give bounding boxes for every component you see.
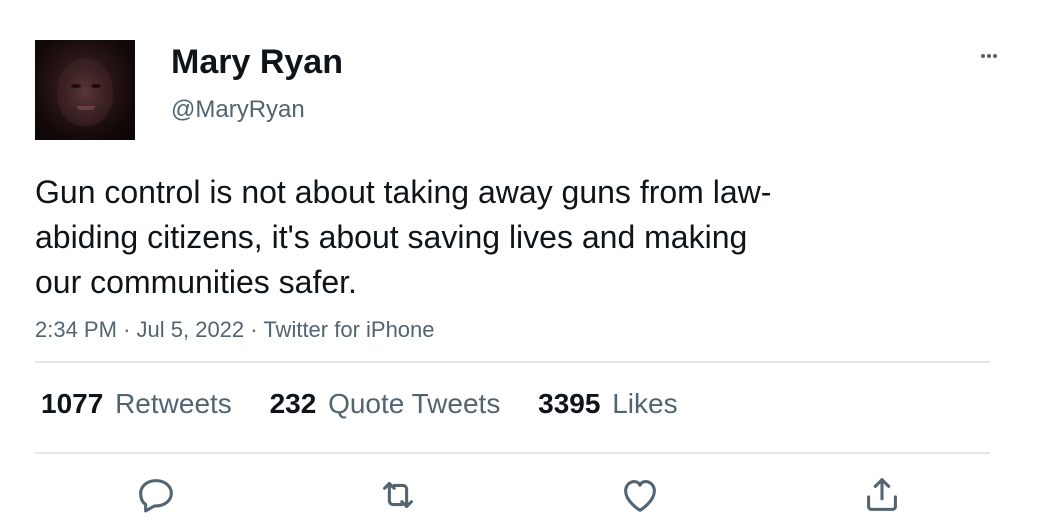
retweets-count: 1077 (41, 388, 104, 419)
stat-quote-tweets[interactable]: 232 Quote Tweets (270, 387, 501, 421)
reply-icon[interactable] (133, 472, 179, 518)
reply-icon-svg (139, 479, 173, 513)
retweet-icon-svg (383, 481, 413, 509)
avatar-mouth (77, 106, 95, 110)
retweets-label: Retweets (115, 388, 232, 419)
tweet-text: Gun control is not about taking away gun… (35, 174, 772, 300)
quote-tweets-label: Quote Tweets (328, 388, 501, 419)
like-icon[interactable] (617, 472, 663, 518)
share-icon[interactable] (859, 472, 905, 518)
divider-bottom (35, 452, 990, 454)
separator-glyph: · (123, 317, 131, 342)
separator-glyph: · (250, 317, 258, 342)
more-options-icon[interactable] (972, 40, 1006, 70)
action-bar (0, 472, 1050, 522)
tweet-card: Mary Ryan @MaryRyan Gun control is not a… (0, 0, 1050, 525)
share-icon-svg (867, 478, 897, 511)
stat-likes[interactable]: 3395 Likes (538, 387, 677, 421)
tweet-meta: 2:34 PM · Jul 5, 2022 · Twitter for iPho… (35, 315, 435, 345)
more-dot (987, 54, 991, 59)
likes-label: Likes (612, 388, 678, 419)
like-icon-svg (624, 480, 656, 512)
meta-separator: · (123, 317, 136, 342)
divider-top (35, 361, 990, 363)
likes-count: 3395 (538, 388, 601, 419)
tweet-date[interactable]: Jul 5, 2022 (137, 317, 245, 342)
stat-retweets[interactable]: 1077 Retweets (41, 387, 232, 421)
retweet-icon[interactable] (375, 472, 421, 518)
author-handle[interactable]: @MaryRyan (171, 95, 305, 125)
avatar-face (57, 58, 113, 126)
meta-separator: · (250, 317, 263, 342)
avatar[interactable] (35, 40, 135, 140)
more-dot (993, 54, 997, 59)
author-name[interactable]: Mary Ryan (171, 42, 343, 82)
avatar-eye-left (71, 84, 81, 88)
tweet-time[interactable]: 2:34 PM (35, 317, 117, 342)
more-dot (981, 54, 985, 59)
tweet-stats: 1077 Retweets 232 Quote Tweets 3395 Like… (41, 387, 708, 421)
tweet-source[interactable]: Twitter for iPhone (263, 317, 434, 342)
quote-tweets-count: 232 (269, 388, 317, 419)
avatar-eye-right (91, 84, 101, 88)
